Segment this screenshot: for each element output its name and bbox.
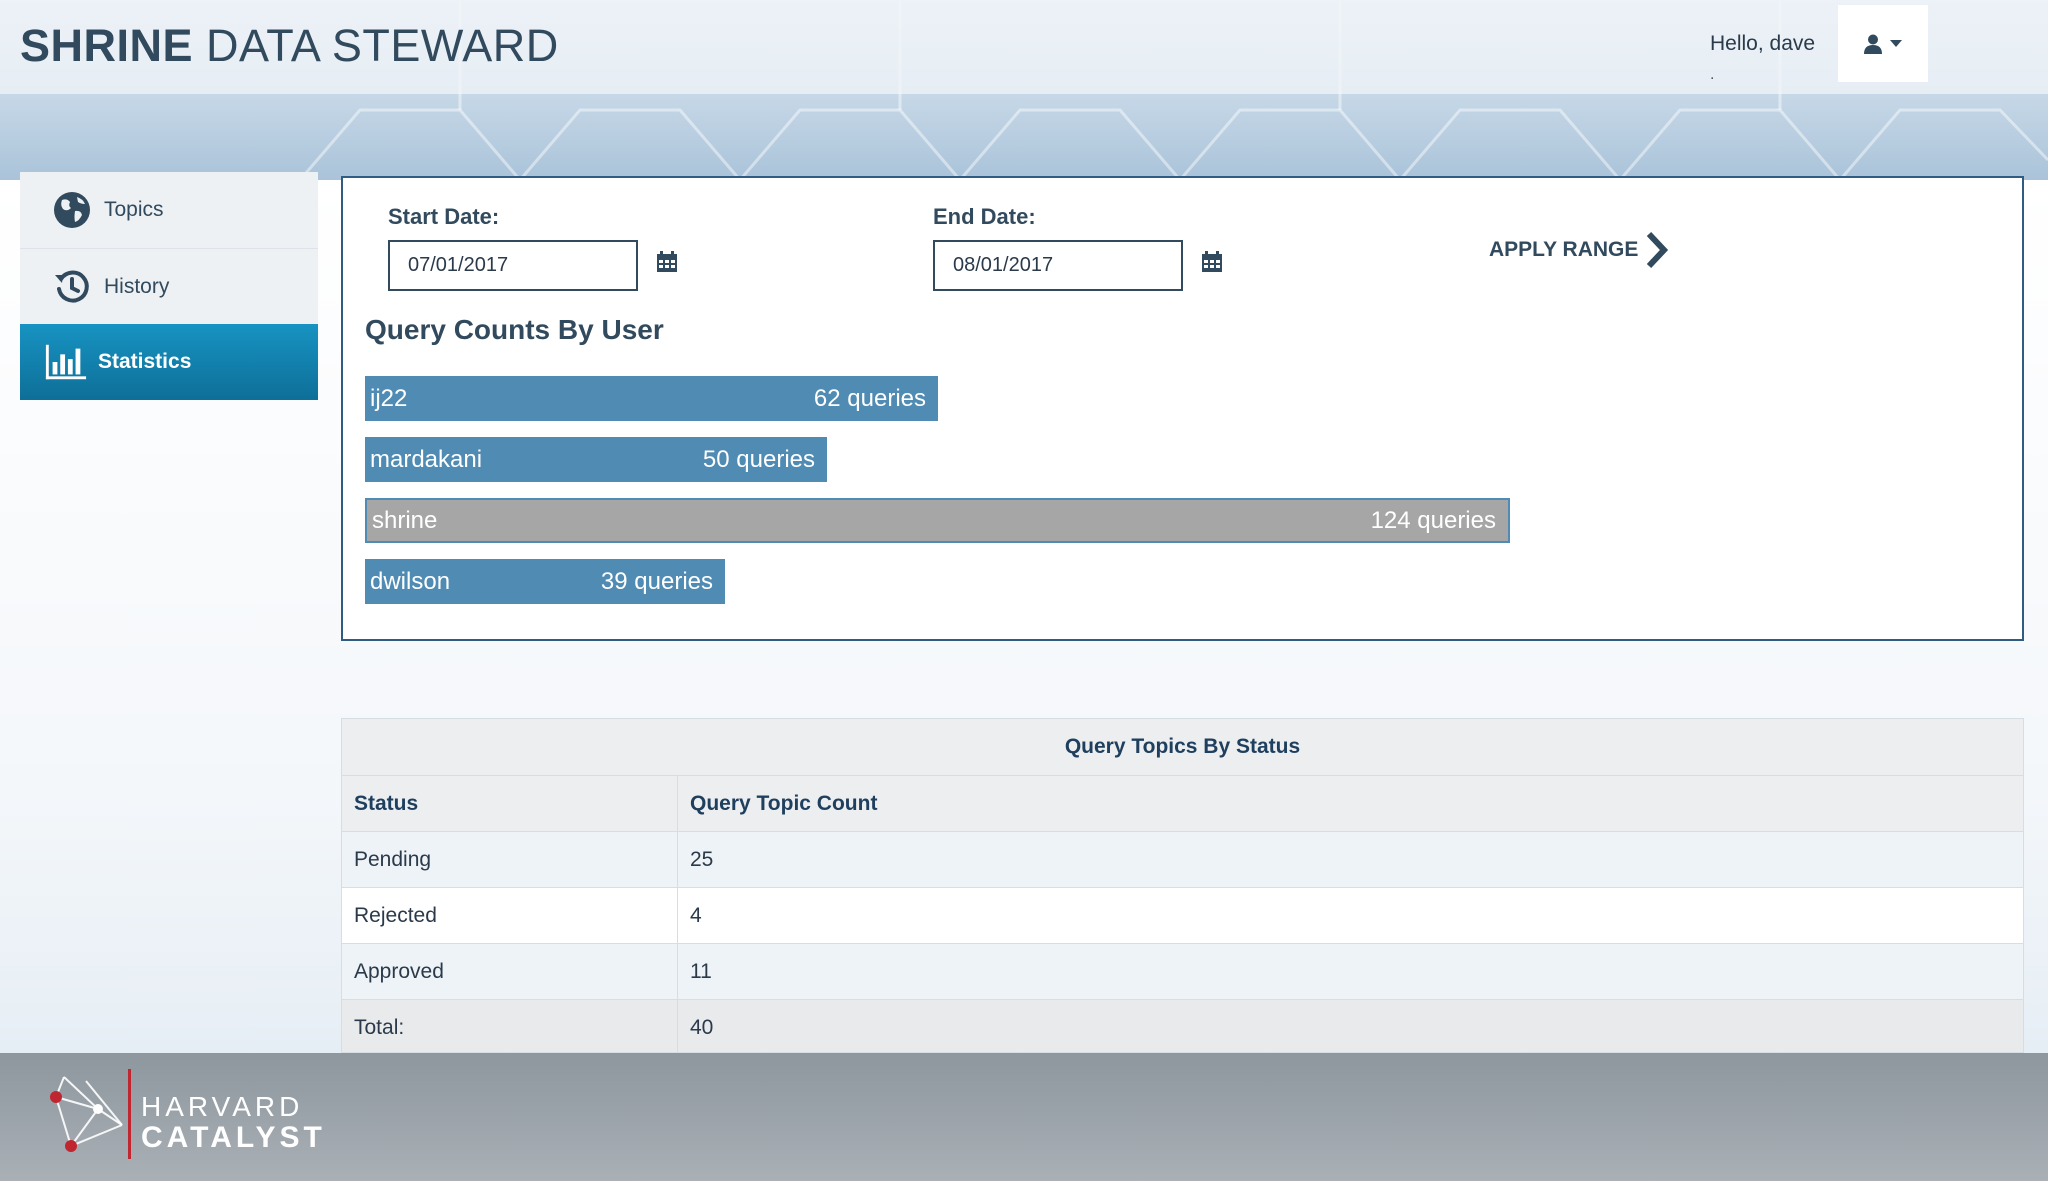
user-icon [1864, 34, 1882, 54]
caret-down-icon [1890, 39, 1902, 47]
bar-chart-icon [44, 340, 88, 384]
sidebar-item-label: History [104, 275, 170, 298]
query-counts-chart: ij22 62 queries mardakani 50 queries shrine 1… [365, 376, 1565, 616]
bar-dwilson: dwilson 39 queries [365, 559, 725, 604]
table-header-row: Status Query Topic Count [342, 776, 2023, 832]
start-date-input[interactable] [388, 240, 638, 291]
bar-category-label: dwilson [370, 567, 451, 595]
count-cell: 40 [677, 999, 2023, 1052]
sidebar-item-label: Topics [104, 198, 164, 221]
bar-value-label: 39 queries [600, 567, 713, 595]
query-counts-title: Query Counts By User [365, 314, 664, 345]
user-greeting: Hello, dave [1710, 32, 1816, 55]
end-date-input[interactable] [933, 240, 1183, 291]
statistics-panel: Start Date: End Date: APPLY RANGE Query … [341, 176, 2024, 641]
sidebar-item-label: Statistics [98, 350, 192, 373]
table-total-row: Total: 40 [342, 999, 2023, 1052]
footer: HARVARD CATALYST [0, 1053, 2048, 1181]
chevron-right-icon [1647, 231, 1669, 269]
harvard-catalyst-logo-text: HARVARD CATALYST [141, 1091, 326, 1155]
sidebar-nav: Topics History Statistics [20, 172, 318, 400]
status-cell: Pending [342, 831, 678, 888]
user-menu-button[interactable] [1838, 5, 1928, 82]
app-title-bold: SHRINE [20, 20, 194, 71]
table-row: Approved 11 [342, 943, 2023, 1000]
apply-range-button[interactable]: APPLY RANGE [1489, 230, 1669, 270]
table-caption: Query Topics By Status [342, 719, 2023, 776]
table-row: Rejected 4 [342, 887, 2023, 944]
count-cell: 4 [677, 887, 2023, 944]
app-title: SHRINE DATA STEWARD [20, 20, 559, 72]
end-date-label: End Date: [933, 204, 1036, 229]
app-title-rest: DATA STEWARD [206, 20, 559, 71]
calendar-icon[interactable] [656, 251, 678, 273]
column-header-status: Status [342, 776, 678, 832]
harvard-catalyst-logo-icon [50, 1069, 131, 1159]
count-cell: 25 [677, 831, 2023, 888]
bar-ij22: ij22 62 queries [365, 376, 938, 421]
column-header-count: Query Topic Count [677, 776, 2023, 832]
status-cell: Approved [342, 943, 678, 1000]
status-cell: Total: [342, 999, 678, 1052]
sidebar-item-topics[interactable]: Topics [20, 172, 318, 248]
table-row: Pending 25 [342, 831, 2023, 888]
start-date-label: Start Date: [388, 204, 500, 229]
calendar-icon[interactable] [1201, 251, 1223, 273]
status-table: Status Query Topic Count Pending 25 Reje… [342, 776, 2023, 1052]
bar-value-label: 50 queries [702, 445, 815, 473]
bar-shrine: shrine 124 queries [365, 498, 1510, 543]
logo-line-1: HARVARD [141, 1091, 304, 1122]
sidebar-item-statistics[interactable]: Statistics [20, 324, 318, 400]
status-cell: Rejected [342, 887, 678, 944]
count-cell: 11 [677, 943, 2023, 1000]
sidebar-item-history[interactable]: History [20, 248, 318, 325]
greeting-subtext: . [1710, 66, 1715, 83]
query-topics-table: Query Topics By Status Status Query Topi… [341, 718, 2024, 1053]
globe-icon [50, 188, 94, 232]
top-header: SHRINE DATA STEWARD Hello, dave . [0, 0, 2048, 94]
bar-value-label: 124 queries [1370, 506, 1496, 534]
apply-range-label: APPLY RANGE [1489, 238, 1639, 261]
bar-value-label: 62 queries [813, 384, 926, 412]
bar-mardakani: mardakani 50 queries [365, 437, 827, 482]
bar-category-label: ij22 [370, 384, 408, 412]
bar-category-label: shrine [372, 506, 438, 534]
bar-category-label: mardakani [370, 445, 483, 473]
logo-line-2: CATALYST [141, 1121, 326, 1154]
history-icon [50, 265, 94, 309]
